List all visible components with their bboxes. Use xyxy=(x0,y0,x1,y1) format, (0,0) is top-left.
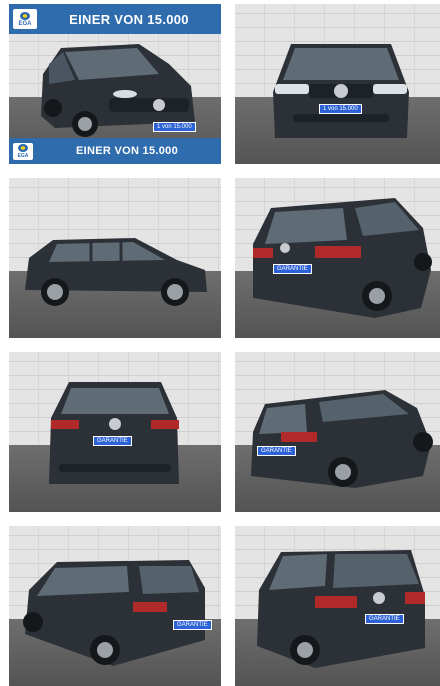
car-rear-three-quarter-wide-image xyxy=(251,390,433,488)
gallery-photo-3[interactable] xyxy=(9,178,221,338)
license-plate: GARANTIE xyxy=(93,436,132,446)
car-rear-three-quarter-image xyxy=(253,198,432,318)
promo-banner-top: EGA EINER VON 15.000 xyxy=(9,4,221,34)
gallery-photo-2[interactable]: 1 von 15.000 xyxy=(235,4,440,164)
promo-banner-text: EINER VON 15.000 xyxy=(75,145,178,157)
car-side-image xyxy=(25,238,207,306)
license-plate: GARANTIE xyxy=(257,446,296,456)
gallery-photo-4[interactable]: GARANTIE xyxy=(235,178,440,338)
license-plate: GARANTIE xyxy=(365,614,404,624)
license-plate: GARANTIE xyxy=(173,620,212,630)
promo-banner-text: EINER VON 15.000 xyxy=(69,11,189,27)
ega-logo: EGA xyxy=(13,142,33,160)
gallery-photo-8[interactable]: GARANTIE xyxy=(235,526,440,686)
gallery-photo-6[interactable]: GARANTIE xyxy=(235,352,440,512)
gallery-photo-7[interactable]: GARANTIE xyxy=(9,526,221,686)
license-plate: GARANTIE xyxy=(273,264,312,274)
ega-logo: EGA xyxy=(13,9,37,29)
car-rear-three-quarter-close-image xyxy=(257,550,425,668)
promo-banner-bottom: EGA EINER VON 15.000 xyxy=(9,138,221,164)
car-rear-three-quarter-right-image xyxy=(23,560,205,666)
gallery-photo-1[interactable]: 1 von 15.000 EGA EINER VON 15.000 EGA EI… xyxy=(9,4,221,164)
license-plate: 1 von 15.000 xyxy=(153,122,196,132)
license-plate: 1 von 15.000 xyxy=(319,104,362,114)
car-rear-image xyxy=(49,382,179,484)
car-front-image xyxy=(273,44,409,138)
gallery-photo-5[interactable]: GARANTIE xyxy=(9,352,221,512)
